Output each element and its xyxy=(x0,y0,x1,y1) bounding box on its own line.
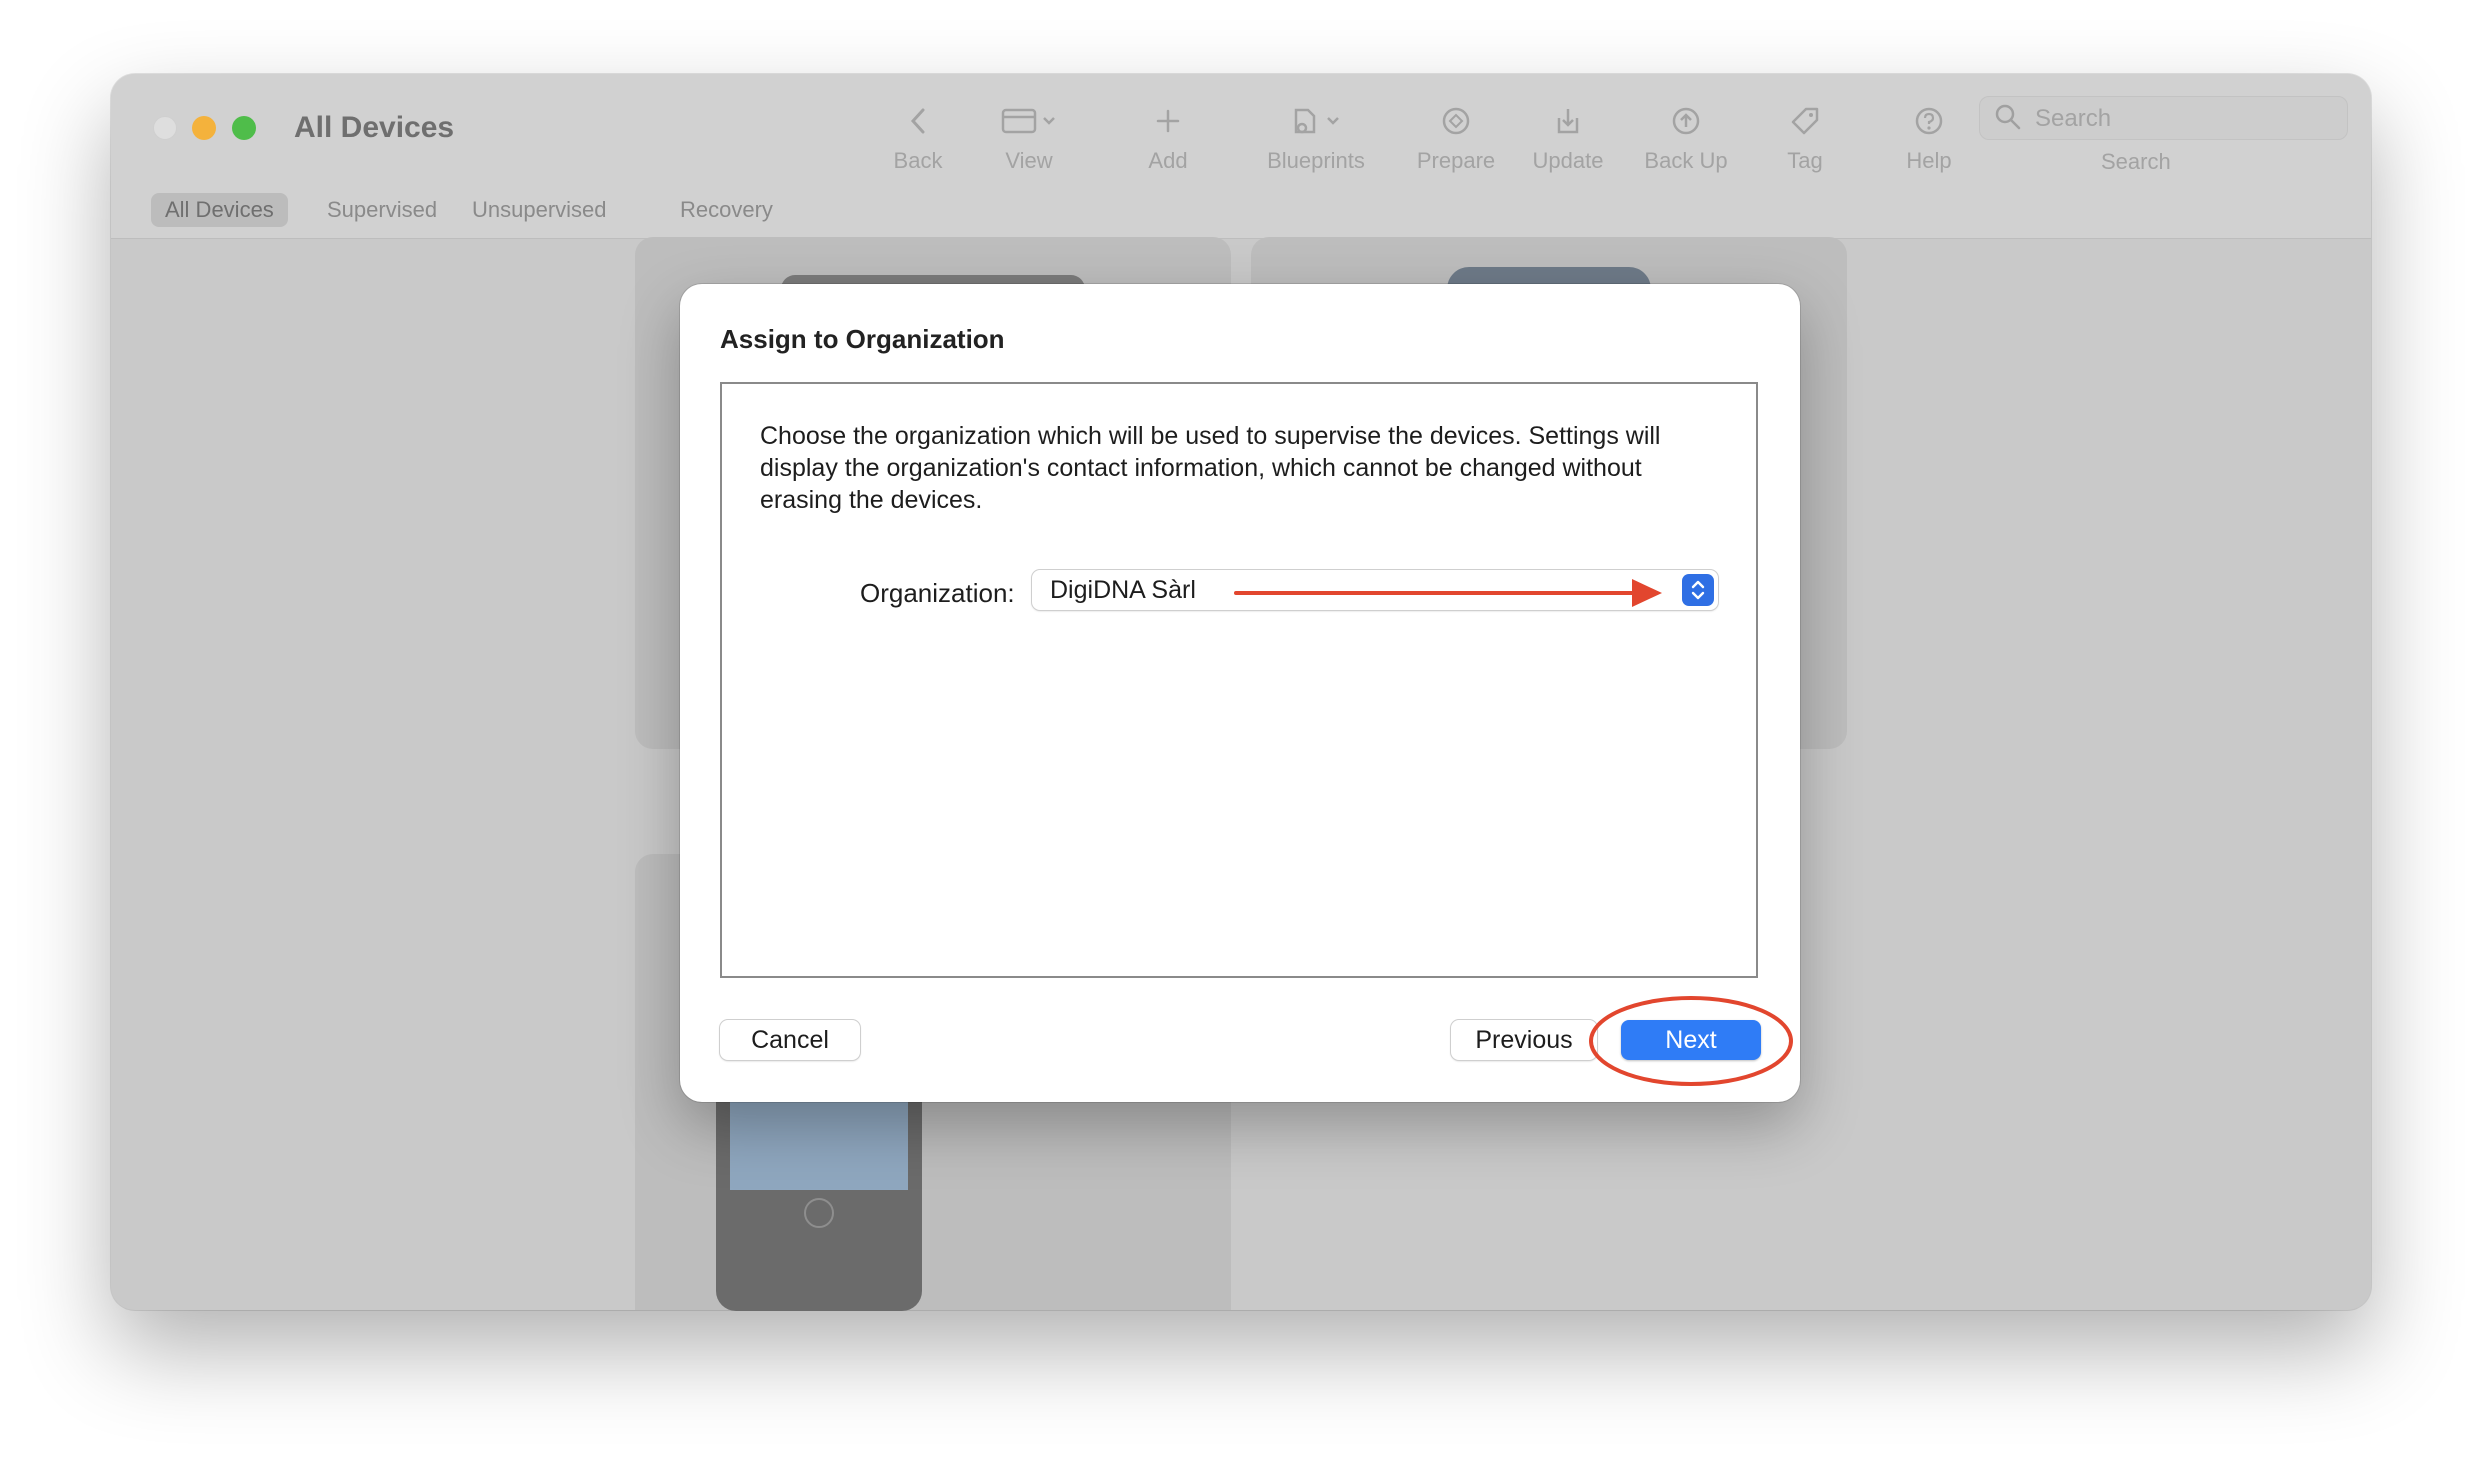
search-field[interactable]: Search xyxy=(1979,96,2348,140)
update-icon xyxy=(1513,96,1623,146)
blueprint-icon xyxy=(1241,96,1391,146)
dialog-description: Choose the organization which will be us… xyxy=(760,422,1661,514)
previous-button[interactable]: Previous xyxy=(1451,1020,1597,1060)
assign-organization-dialog: Assign to Organization Choose the organi… xyxy=(680,284,1800,1102)
window-view-icon xyxy=(979,96,1079,146)
blueprints-button[interactable]: Blueprints xyxy=(1241,96,1391,174)
add-label: Add xyxy=(1148,148,1188,173)
tab-supervised[interactable]: Supervised xyxy=(313,193,451,227)
tag-label: Tag xyxy=(1787,148,1823,173)
tab-recovery[interactable]: Recovery xyxy=(666,193,787,227)
help-button[interactable]: Help xyxy=(1889,96,1969,174)
organization-value: DigiDNA Sàrl xyxy=(1050,576,1196,604)
next-button[interactable]: Next xyxy=(1621,1020,1761,1060)
backup-icon xyxy=(1621,96,1751,146)
search-icon xyxy=(1994,103,2022,138)
cancel-button[interactable]: Cancel xyxy=(720,1020,860,1060)
tag-button[interactable]: Tag xyxy=(1770,96,1840,174)
back-button[interactable]: Back xyxy=(868,96,968,174)
title-bar: All Devices Back View Add Blueprints Pre… xyxy=(111,74,2371,239)
view-label: View xyxy=(1005,148,1053,173)
minimize-window-button[interactable] xyxy=(192,116,216,140)
help-icon xyxy=(1889,96,1969,146)
close-window-button[interactable] xyxy=(153,116,177,140)
chevron-left-icon xyxy=(868,96,968,146)
backup-label: Back Up xyxy=(1644,148,1728,173)
tab-unsupervised[interactable]: Unsupervised xyxy=(458,193,621,227)
maximize-window-button[interactable] xyxy=(232,116,256,140)
blueprints-label: Blueprints xyxy=(1267,148,1365,173)
tag-icon xyxy=(1770,96,1840,146)
window-title: All Devices xyxy=(294,111,455,144)
organization-label: Organization: xyxy=(860,578,1015,608)
tab-all-devices[interactable]: All Devices xyxy=(151,193,288,227)
organization-select[interactable]: DigiDNA Sàrl xyxy=(1032,570,1718,610)
prepare-icon xyxy=(1401,96,1511,146)
chevron-up-down-icon[interactable] xyxy=(1682,574,1714,606)
back-label: Back xyxy=(893,148,943,173)
view-button[interactable]: View xyxy=(979,96,1079,174)
dialog-content-box: Choose the organization which will be us… xyxy=(720,382,1758,978)
help-label: Help xyxy=(1906,148,1952,173)
dialog-title: Assign to Organization xyxy=(720,324,1005,354)
add-button[interactable]: Add xyxy=(1123,96,1213,174)
plus-icon xyxy=(1123,96,1213,146)
home-button-icon xyxy=(804,1198,834,1228)
update-button[interactable]: Update xyxy=(1513,96,1623,174)
search-label: Search xyxy=(2101,149,2171,174)
search-placeholder: Search xyxy=(2035,105,2112,132)
backup-button[interactable]: Back Up xyxy=(1621,96,1751,174)
prepare-button[interactable]: Prepare xyxy=(1401,96,1511,174)
update-label: Update xyxy=(1532,148,1604,173)
prepare-label: Prepare xyxy=(1416,148,1496,173)
